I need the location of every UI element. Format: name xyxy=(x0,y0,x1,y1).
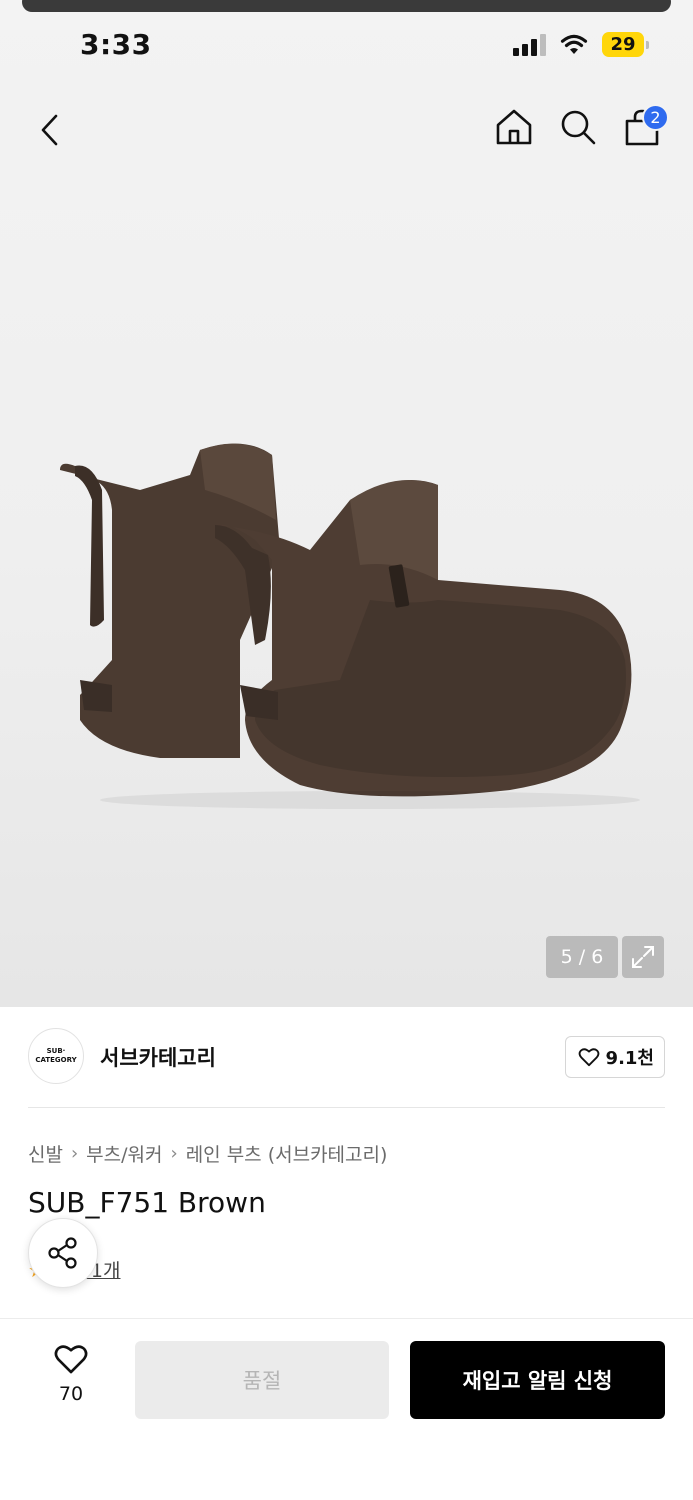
back-icon xyxy=(41,114,58,146)
breadcrumb-item-3[interactable]: 레인 부츠 (서브카테고리) xyxy=(186,1140,388,1167)
chevron-right-icon: › xyxy=(170,1143,178,1164)
search-icon xyxy=(561,110,596,145)
divider xyxy=(28,1107,665,1108)
search-button[interactable] xyxy=(557,104,599,150)
product-gallery[interactable]: 3:33 29 2 5 / 6 xyxy=(0,0,693,1007)
product-title: SUB_F751 Brown xyxy=(28,1186,266,1219)
battery-indicator: 29 xyxy=(602,32,649,57)
cart-button[interactable]: 2 xyxy=(621,104,669,150)
header-actions: 2 xyxy=(493,104,669,150)
image-counter: 5 / 6 xyxy=(546,936,618,978)
wishlist-count: 70 xyxy=(58,1383,84,1405)
brand-like-count: 9.1천 xyxy=(605,1048,654,1069)
breadcrumb-item-1[interactable]: 신발 xyxy=(28,1140,63,1167)
product-image[interactable] xyxy=(40,430,640,810)
status-time: 3:33 xyxy=(80,28,152,61)
wishlist-button[interactable]: 70 xyxy=(40,1343,102,1405)
soldout-button[interactable]: 품절 xyxy=(135,1341,389,1419)
expand-button[interactable] xyxy=(622,936,664,978)
wifi-icon xyxy=(560,34,588,54)
chevron-right-icon: › xyxy=(70,1143,79,1164)
status-indicators: 29 xyxy=(513,32,649,57)
expand-icon xyxy=(632,946,654,968)
brand-name[interactable]: 서브카테고리 xyxy=(100,1042,216,1072)
brand-logo[interactable]: SUB· CATEGORY xyxy=(28,1028,84,1084)
home-icon xyxy=(496,109,532,145)
back-button[interactable] xyxy=(32,108,72,152)
breadcrumb-item-2[interactable]: 부츠/워커 xyxy=(86,1140,162,1167)
status-bar-pill xyxy=(22,0,671,12)
brand-row[interactable]: SUB· CATEGORY 서브카테고리 9.1천 xyxy=(28,1028,665,1086)
signal-icon xyxy=(513,33,546,56)
share-button[interactable] xyxy=(28,1218,98,1288)
breadcrumb: 신발 › 부츠/워커 › 레인 부츠 (서브카테고리) xyxy=(28,1140,387,1167)
share-icon xyxy=(48,1237,77,1269)
heart-icon xyxy=(578,1048,599,1067)
cart-count-badge: 2 xyxy=(642,104,669,131)
battery-level: 29 xyxy=(602,32,644,57)
restock-alert-button[interactable]: 재입고 알림 신청 xyxy=(410,1341,665,1419)
bottom-action-bar: 70 품절 재입고 알림 신청 xyxy=(0,1318,693,1500)
brand-like-button[interactable]: 9.1천 xyxy=(564,1036,665,1078)
home-button[interactable] xyxy=(493,104,535,150)
heart-icon xyxy=(54,1345,88,1374)
